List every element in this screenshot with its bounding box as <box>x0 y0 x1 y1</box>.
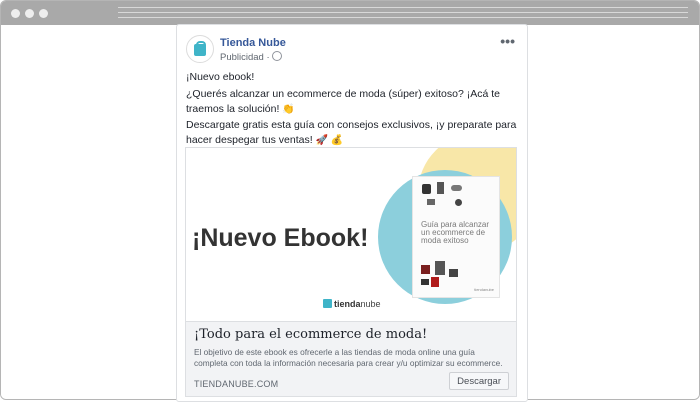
post-text-line: ¿Querés alcanzar un ecommerce de moda (s… <box>186 87 521 117</box>
sponsored-text: Publicidad · <box>220 52 270 63</box>
link-preview[interactable]: ¡Todo para el ecommerce de moda! El obje… <box>185 321 517 397</box>
window-dot-icon[interactable] <box>25 9 34 18</box>
browser-titlebar <box>1 1 699 25</box>
sweater-icon <box>421 265 430 274</box>
post-text-line: ¡Nuevo ebook! <box>186 71 255 83</box>
post-text: ¿Querés alcanzar un ecommerce de moda (s… <box>186 88 500 115</box>
logo-bold-text: tienda <box>334 299 361 309</box>
tiendanube-logo: tiendanube <box>323 299 381 309</box>
facebook-ad-post: Tienda Nube Publicidad · ••• ¡Nuevo eboo… <box>176 24 528 402</box>
red-dress-icon <box>431 277 439 287</box>
page-name-link[interactable]: Tienda Nube <box>220 37 286 49</box>
sponsored-label: Publicidad · <box>220 51 282 63</box>
sunglasses-icon <box>421 279 429 285</box>
post-text: Descargate gratis esta guía con consejos… <box>186 119 517 146</box>
boot-icon <box>449 269 458 277</box>
link-headline: ¡Todo para el ecommerce de moda! <box>194 327 428 342</box>
globe-icon <box>271 51 282 61</box>
clap-emoji-icon: 👏 <box>282 104 295 115</box>
ebook-brand: tiendanube <box>474 287 494 292</box>
jacket-icon <box>435 261 445 275</box>
hat-icon <box>455 199 462 206</box>
address-bar[interactable] <box>118 7 688 19</box>
more-options-icon[interactable]: ••• <box>500 33 515 49</box>
logo-bag-icon <box>323 299 332 308</box>
download-button[interactable]: Descargar <box>449 372 509 390</box>
page-avatar[interactable] <box>186 35 214 63</box>
shoe-icon <box>451 185 462 191</box>
window-dot-icon[interactable] <box>39 9 48 18</box>
image-headline: ¡Nuevo Ebook! <box>192 224 369 252</box>
logo-text: nube <box>360 299 381 309</box>
ebook-title: Guía para alcanzar un ecommerce de moda … <box>421 220 490 245</box>
dress-icon <box>437 182 444 194</box>
shirt-icon <box>422 184 431 194</box>
window-dot-icon[interactable] <box>11 9 20 18</box>
ad-image[interactable]: ¡Nuevo Ebook! Guía para alcanzar un ecom… <box>185 147 517 322</box>
shopping-bag-icon <box>194 44 206 56</box>
bag-icon <box>427 199 435 205</box>
link-description: El objetivo de este ebook es ofrecerle a… <box>194 347 503 368</box>
rocket-moneybag-emoji-icon: 🚀 💰 <box>315 135 344 146</box>
post-text-line: Descargate gratis esta guía con consejos… <box>186 118 521 148</box>
ebook-cover: Guía para alcanzar un ecommerce de moda … <box>412 176 500 298</box>
link-domain: TIENDANUBE.COM <box>194 379 279 389</box>
